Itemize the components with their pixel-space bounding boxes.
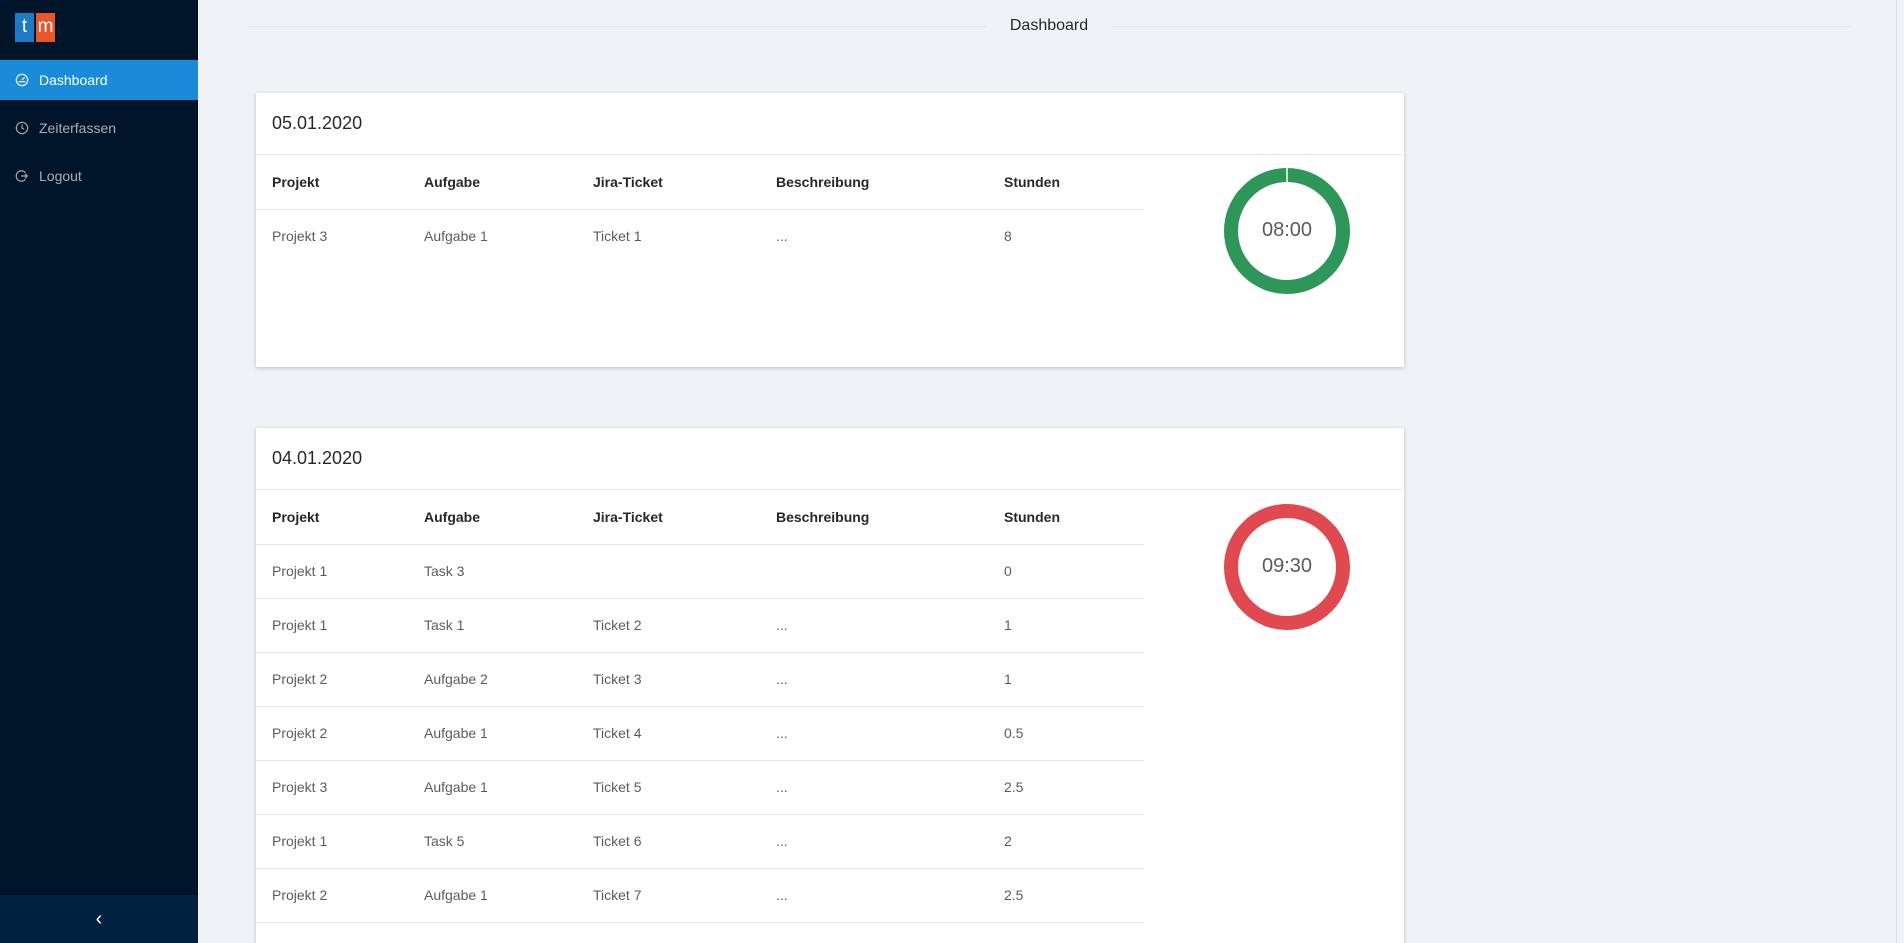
cell-beschreibung bbox=[760, 544, 988, 599]
header-divider-left bbox=[247, 25, 986, 27]
cell-aufgabe: Aufgabe 1 bbox=[408, 760, 577, 815]
card-date: 05.01.2020 bbox=[256, 93, 1404, 155]
cell-beschreibung: ... bbox=[760, 760, 988, 815]
sidebar-item-label: Logout bbox=[39, 168, 82, 184]
hours-total: 09:30 bbox=[1261, 555, 1313, 577]
table-row[interactable]: Projekt 1 Task 1 Ticket 2 ... 1 bbox=[256, 598, 1144, 653]
cell-projekt: Projekt 2 bbox=[256, 652, 408, 707]
column-header-stunden[interactable]: Stunden bbox=[988, 490, 1144, 545]
cell-projekt: Projekt 1 bbox=[256, 544, 408, 599]
logout-icon bbox=[15, 169, 29, 183]
column-header-stunden[interactable]: Stunden bbox=[988, 155, 1144, 210]
table-header-row: Projekt Aufgabe Jira-Ticket Beschreibung… bbox=[256, 490, 1144, 545]
cell-beschreibung: ... bbox=[760, 814, 988, 869]
card-date: 04.01.2020 bbox=[256, 428, 1404, 490]
cell-stunden: 1 bbox=[988, 598, 1144, 653]
cell-jira-ticket: Ticket 7 bbox=[577, 868, 760, 923]
cell-jira-ticket: Ticket 1 bbox=[593, 228, 642, 245]
cell-projekt: Projekt 1 bbox=[256, 814, 408, 869]
column-header-aufgabe[interactable]: Aufgabe bbox=[408, 155, 577, 210]
column-header-aufgabe[interactable]: Aufgabe bbox=[408, 490, 577, 545]
cell-aufgabe: Task 5 bbox=[408, 814, 577, 869]
clock-icon bbox=[15, 121, 29, 135]
cell-projekt: Projekt 3 bbox=[272, 228, 328, 245]
day-card: 04.01.2020 Projekt Aufgabe Jira-Ticket B… bbox=[256, 428, 1404, 943]
chevron-left-icon: ‹ bbox=[95, 908, 103, 930]
dashboard-icon bbox=[15, 73, 29, 87]
cell-beschreibung: ... bbox=[776, 228, 788, 245]
cell-beschreibung: ... bbox=[760, 868, 988, 923]
cell-stunden: 2 bbox=[988, 814, 1144, 869]
cell-aufgabe: Task 3 bbox=[408, 544, 577, 599]
time-entries-table: Projekt Aufgabe Jira-Ticket Beschreibung… bbox=[256, 490, 1144, 923]
cell-aufgabe: Aufgabe 1 bbox=[408, 706, 577, 761]
cell-jira-ticket bbox=[577, 544, 760, 599]
sidebar-item-dashboard[interactable]: Dashboard bbox=[0, 60, 198, 100]
column-header-beschreibung[interactable]: Beschreibung bbox=[760, 155, 988, 210]
cell-stunden: 1 bbox=[988, 652, 1144, 707]
cell-jira-ticket: Ticket 2 bbox=[577, 598, 760, 653]
sidebar-item-zeiterfassen[interactable]: Zeiterfassen bbox=[0, 108, 198, 148]
app-logo[interactable]: t m bbox=[15, 13, 55, 42]
sidebar-menu: Dashboard Zeiterfassen Logout bbox=[0, 60, 198, 204]
cell-aufgabe: Task 1 bbox=[408, 598, 577, 653]
cell-beschreibung: ... bbox=[760, 598, 988, 653]
cell-jira-ticket: Ticket 4 bbox=[577, 706, 760, 761]
sidebar-item-logout[interactable]: Logout bbox=[0, 156, 198, 196]
cell-aufgabe: Aufgabe 2 bbox=[408, 652, 577, 707]
column-header-jira-ticket[interactable]: Jira-Ticket bbox=[577, 155, 760, 210]
time-entries-table: Projekt Aufgabe Jira-Ticket Beschreibung… bbox=[256, 155, 1144, 263]
column-header-projekt[interactable]: Projekt bbox=[256, 155, 408, 210]
cell-beschreibung: ... bbox=[760, 706, 988, 761]
cell-stunden: 8 bbox=[1004, 228, 1012, 245]
cell-stunden: 2.5 bbox=[988, 760, 1144, 815]
cell-stunden: 0 bbox=[988, 544, 1144, 599]
cell-jira-ticket: Ticket 6 bbox=[577, 814, 760, 869]
sidebar-item-label: Dashboard bbox=[39, 72, 108, 88]
column-header-jira-ticket[interactable]: Jira-Ticket bbox=[577, 490, 760, 545]
sidebar-item-label: Zeiterfassen bbox=[39, 120, 117, 136]
logo-letter-m: m bbox=[36, 13, 55, 42]
cell-projekt: Projekt 3 bbox=[256, 760, 408, 815]
table-row[interactable]: Projekt 2 Aufgabe 1 Ticket 7 ... 2.5 bbox=[256, 868, 1144, 923]
table-row[interactable]: Projekt 3 Aufgabe 1 Ticket 1 ... 8 bbox=[256, 209, 1144, 263]
cell-aufgabe: Aufgabe 1 bbox=[424, 228, 488, 245]
column-header-beschreibung[interactable]: Beschreibung bbox=[760, 490, 988, 545]
table-row[interactable]: Projekt 2 Aufgabe 2 Ticket 3 ... 1 bbox=[256, 652, 1144, 707]
table-row[interactable]: Projekt 2 Aufgabe 1 Ticket 4 ... 0.5 bbox=[256, 706, 1144, 761]
cell-jira-ticket: Ticket 3 bbox=[577, 652, 760, 707]
table-row[interactable]: Projekt 1 Task 3 0 bbox=[256, 544, 1144, 599]
page-title: Dashboard bbox=[1009, 17, 1089, 34]
page-scrollbar[interactable] bbox=[1896, 0, 1904, 943]
table-header-row: Projekt Aufgabe Jira-Ticket Beschreibung… bbox=[256, 155, 1144, 210]
logo-letter-t: t bbox=[15, 13, 34, 42]
cell-stunden: 2.5 bbox=[988, 868, 1144, 923]
page-header: Dashboard bbox=[247, 0, 1851, 52]
cell-projekt: Projekt 1 bbox=[256, 598, 408, 653]
sidebar: t m Dashboard Zeiterfassen Logout ‹ bbox=[0, 0, 198, 943]
cell-projekt: Projekt 2 bbox=[256, 868, 408, 923]
cell-stunden: 0.5 bbox=[988, 706, 1144, 761]
cell-aufgabe: Aufgabe 1 bbox=[408, 868, 577, 923]
header-divider-right bbox=[1112, 25, 1851, 27]
column-header-projekt[interactable]: Projekt bbox=[256, 490, 408, 545]
cell-projekt: Projekt 2 bbox=[256, 706, 408, 761]
table-row[interactable]: Projekt 3 Aufgabe 1 Ticket 5 ... 2.5 bbox=[256, 760, 1144, 815]
cell-jira-ticket: Ticket 5 bbox=[577, 760, 760, 815]
sidebar-collapse-button[interactable]: ‹ bbox=[0, 895, 198, 943]
cell-beschreibung: ... bbox=[760, 652, 988, 707]
hours-total: 08:00 bbox=[1261, 219, 1313, 241]
day-card: 05.01.2020 Projekt Aufgabe Jira-Ticket B… bbox=[256, 93, 1404, 367]
table-row[interactable]: Projekt 1 Task 5 Ticket 6 ... 2 bbox=[256, 814, 1144, 869]
